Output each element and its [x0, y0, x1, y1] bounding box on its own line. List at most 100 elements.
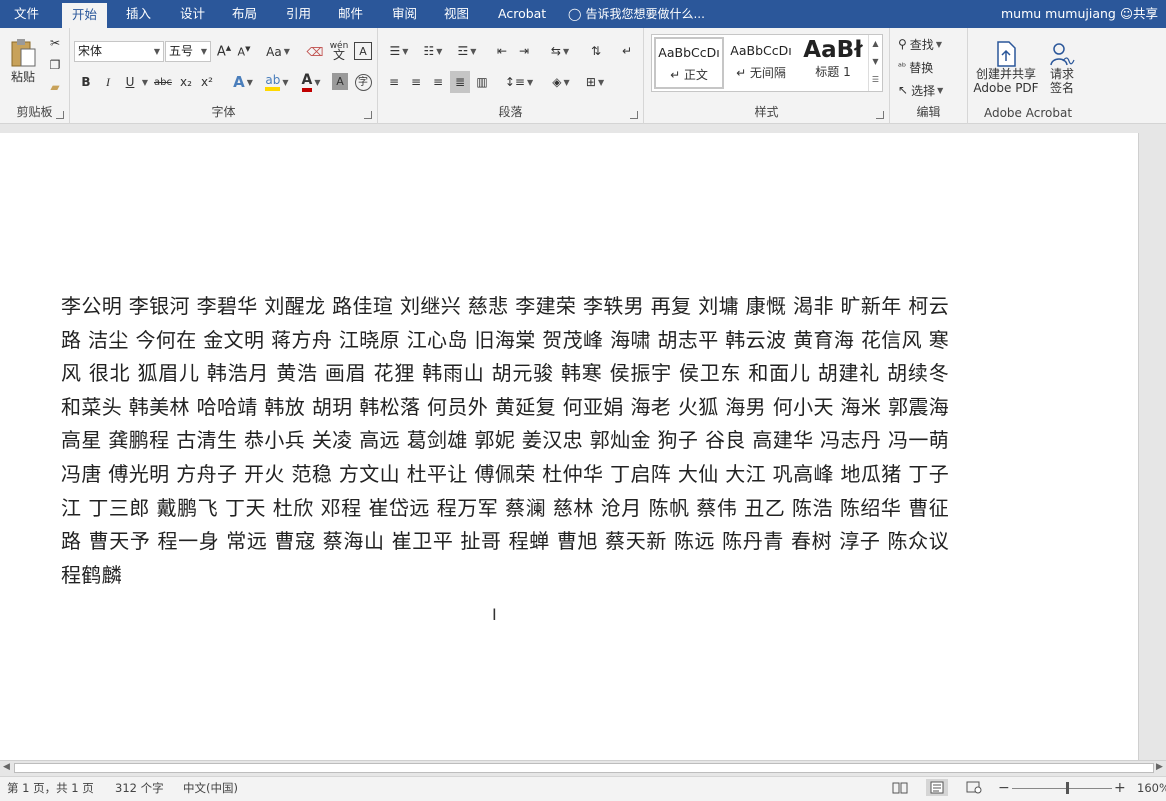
bold-button[interactable]: B [78, 72, 94, 92]
style-no-spacing[interactable]: AaBbCcDı ↵ 无间隔 [726, 37, 796, 89]
tab-home[interactable]: 开始 [62, 3, 108, 28]
strikethrough-button[interactable]: abc [152, 72, 174, 92]
enclose-char-button[interactable]: 字 [353, 72, 373, 92]
zoom-slider-track[interactable] [1012, 788, 1112, 789]
line-spacing-icon: ↕≡ [504, 75, 525, 89]
select-button[interactable]: ↖ 选择 ▼ [898, 80, 964, 100]
tell-me-box[interactable]: ◯ 告诉我您想要做什么... [568, 0, 705, 28]
gallery-scroll[interactable]: ▲ ▼ ☰ [868, 35, 882, 91]
create-share-pdf-button[interactable]: 创建并共享 Adobe PDF [972, 34, 1040, 102]
shading-button[interactable]: ◈ ▼ [546, 71, 576, 93]
line-spacing-button[interactable]: ↕≡ ▼ [504, 71, 534, 93]
more-icon[interactable]: ☰ [869, 71, 882, 89]
web-layout-icon[interactable] [966, 781, 982, 794]
highlight-button[interactable]: ab ▼ [261, 71, 293, 93]
word-count[interactable]: 312 个字 [115, 777, 164, 799]
change-case-button[interactable]: Aa ▼ [264, 41, 292, 62]
highlighter-icon: ab [265, 73, 281, 91]
font-launcher[interactable] [364, 111, 372, 119]
tab-insert[interactable]: 插入 [116, 0, 161, 28]
tab-design[interactable]: 设计 [170, 0, 215, 28]
chevron-down-icon: ▼ [153, 47, 160, 56]
phonetic-guide-button[interactable]: wén 文 [328, 39, 350, 63]
chevron-down-icon: ▼ [200, 47, 207, 56]
style-heading-1[interactable]: AaBł 标题 1 [798, 37, 868, 89]
font-size-combo[interactable]: 五号 ▼ [165, 41, 211, 62]
borders-button[interactable]: ⊞ ▼ [580, 71, 610, 93]
distributed-button[interactable]: ▥ [472, 71, 492, 93]
clipboard-launcher[interactable] [56, 111, 64, 119]
bullets-button[interactable]: ☰ ▼ [384, 40, 414, 62]
chinese-layout-button[interactable]: ⇆ ▼ [544, 40, 576, 62]
text-cursor-icon: I [492, 605, 497, 624]
align-left-button[interactable]: ≡ [384, 71, 404, 93]
font-name-combo[interactable]: 宋体 ▼ [74, 41, 164, 62]
superscript-button[interactable]: x² [198, 72, 216, 92]
cut-button[interactable]: ✂ [46, 34, 64, 52]
show-marks-button[interactable]: ↵ [618, 40, 636, 62]
find-button[interactable]: ⚲ 查找 ▼ [898, 34, 964, 54]
print-layout-icon[interactable] [926, 779, 948, 796]
page-count[interactable]: 第 1 页，共 1 页 [7, 777, 94, 799]
scroll-right-icon[interactable]: ▶ [1156, 762, 1163, 772]
italic-button[interactable]: I [100, 72, 116, 92]
paste-button[interactable]: 粘贴 [6, 34, 40, 88]
horizontal-scroll-thumb[interactable] [14, 763, 1154, 773]
scroll-left-icon[interactable]: ◀ [3, 762, 10, 772]
char-border-button[interactable]: A [354, 42, 372, 60]
tab-review[interactable]: 审阅 [382, 0, 427, 28]
document-page[interactable]: 李公明 李银河 李碧华 刘醒龙 路佳瑄 刘继兴 慈悲 李建荣 李轶男 再复 刘墉… [0, 133, 1139, 760]
copy-button[interactable]: ❐ [46, 56, 64, 74]
shrink-font-button[interactable]: A▼ [236, 41, 252, 62]
zoom-out-icon[interactable]: − [998, 777, 1010, 799]
multilevel-list-button[interactable]: ☲ ▼ [452, 40, 482, 62]
replace-label: 替换 [909, 60, 934, 75]
tab-mailings[interactable]: 邮件 [328, 0, 373, 28]
grow-font-button[interactable]: A▲ [216, 41, 232, 62]
font-color-button[interactable]: A ▼ [296, 71, 326, 93]
read-mode-icon[interactable] [892, 781, 908, 794]
format-painter-button[interactable]: ▰ [46, 78, 64, 96]
align-center-button[interactable]: ≡ [406, 71, 426, 93]
decrease-indent-button[interactable]: ⇤ [492, 40, 512, 62]
document-text[interactable]: 李公明 李银河 李碧华 刘醒龙 路佳瑄 刘继兴 慈悲 李建荣 李轶男 再复 刘墉… [61, 290, 949, 592]
underline-dropdown[interactable]: ▼ [139, 72, 149, 92]
zoom-slider-thumb[interactable] [1066, 782, 1069, 794]
enclose-char-icon: 字 [354, 73, 372, 91]
clear-format-button[interactable]: ⌫ [306, 41, 324, 62]
search-icon: ⚲ [898, 37, 907, 51]
request-signature-button[interactable]: 请求 签名 [1042, 34, 1082, 102]
numbering-icon: ☷ [423, 44, 435, 58]
chevron-down-icon[interactable]: ▼ [869, 53, 882, 71]
tab-file[interactable]: 文件 [4, 0, 49, 28]
vertical-scrollbar[interactable] [1148, 125, 1166, 760]
text-effects-button[interactable]: A ▼ [228, 71, 258, 93]
share-button[interactable]: ☺共享 [1120, 0, 1158, 28]
replace-button[interactable]: ᵃᵇ 替换 [898, 57, 964, 77]
justify-button[interactable]: ≣ [450, 71, 470, 93]
style-normal[interactable]: AaBbCcDı ↵ 正文 [654, 37, 724, 89]
outdent-icon: ⇤ [496, 44, 508, 58]
tab-acrobat[interactable]: Acrobat [488, 0, 556, 28]
numbering-button[interactable]: ☷ ▼ [418, 40, 448, 62]
char-shading-button[interactable]: A [332, 73, 348, 90]
paragraph-launcher[interactable] [630, 111, 638, 119]
subscript-button[interactable]: x₂ [177, 72, 195, 92]
style-name: 标题 1 [815, 65, 851, 79]
increase-indent-button[interactable]: ⇥ [514, 40, 534, 62]
styles-launcher[interactable] [876, 111, 884, 119]
zoom-in-icon[interactable]: + [1114, 777, 1126, 799]
tab-view[interactable]: 视图 [434, 0, 479, 28]
horizontal-scrollbar[interactable]: ◀ ▶ [0, 760, 1166, 776]
tab-references[interactable]: 引用 [276, 0, 321, 28]
user-name[interactable]: mumu mumujiang [1001, 0, 1116, 28]
align-right-button[interactable]: ≡ [428, 71, 448, 93]
zoom-level[interactable]: 160% [1137, 777, 1166, 799]
text-effects-icon: A [233, 73, 245, 91]
style-sample: AaBbCcDı [730, 43, 792, 58]
tab-layout[interactable]: 布局 [222, 0, 267, 28]
underline-button[interactable]: U [122, 72, 138, 92]
sort-button[interactable]: ⇅ [586, 40, 606, 62]
language[interactable]: 中文(中国) [183, 777, 238, 799]
chevron-up-icon[interactable]: ▲ [869, 35, 882, 53]
